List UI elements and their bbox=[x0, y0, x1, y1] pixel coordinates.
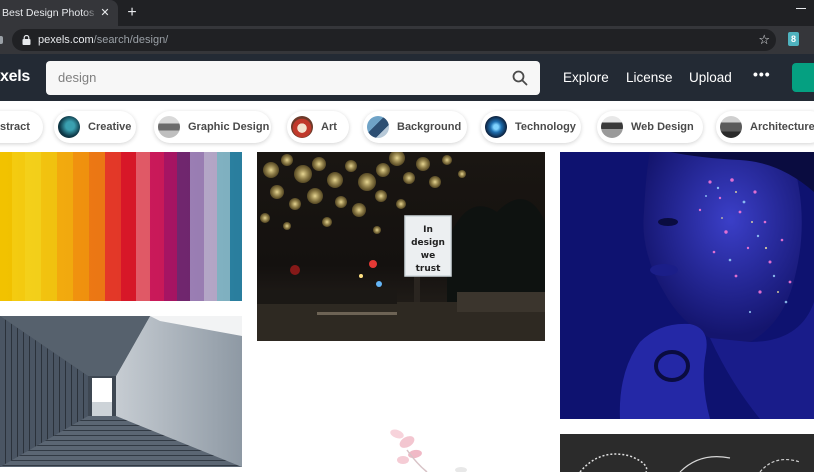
url-text: pexels.com/search/design/ bbox=[38, 29, 168, 51]
chip-label: Background bbox=[397, 121, 462, 133]
nav-license[interactable]: License bbox=[626, 70, 673, 85]
browser-tabstrip: Best Design Photos · 100 ✕ + bbox=[0, 0, 814, 26]
chip-art[interactable]: Art bbox=[287, 111, 349, 143]
new-tab-button[interactable]: + bbox=[124, 0, 140, 26]
chip-technology[interactable]: Technology bbox=[481, 111, 581, 143]
lock-icon bbox=[22, 35, 31, 45]
chip-graphic-design[interactable]: Graphic Design bbox=[154, 111, 271, 143]
chip-label: Graphic Design bbox=[188, 121, 270, 133]
back-button-edge[interactable] bbox=[0, 36, 3, 44]
sign-line-3: we bbox=[421, 251, 435, 261]
chip-architecture[interactable]: Architecture bbox=[716, 111, 814, 143]
sign-line-1: In bbox=[423, 225, 433, 235]
more-menu-button[interactable]: ••• bbox=[753, 66, 771, 82]
photo-glitter-portrait[interactable] bbox=[560, 152, 814, 419]
photo-wooden-tunnel[interactable] bbox=[0, 316, 242, 467]
chip-creative[interactable]: Creative bbox=[54, 111, 136, 143]
chip-background[interactable]: Background bbox=[363, 111, 467, 143]
color-stripes-image bbox=[0, 152, 242, 301]
address-bar[interactable]: pexels.com/search/design/ ☆ bbox=[12, 29, 776, 51]
chip-abstract[interactable]: stract bbox=[0, 111, 43, 143]
tab-title: Best Design Photos · 100 bbox=[2, 7, 98, 19]
site-logo[interactable]: xels bbox=[0, 68, 30, 86]
browser-tab-active[interactable]: Best Design Photos · 100 ✕ bbox=[0, 0, 118, 26]
sign-line-4: trust bbox=[416, 264, 442, 274]
chip-label: Technology bbox=[515, 121, 576, 133]
url-path: /search/design/ bbox=[93, 34, 169, 46]
join-button[interactable] bbox=[792, 63, 814, 92]
nav-explore[interactable]: Explore bbox=[563, 70, 609, 85]
category-chips: stract Creative Graphic Design Art Backg… bbox=[0, 102, 814, 150]
site-header: xels Explore License Upload ••• bbox=[0, 54, 814, 101]
extension-icon[interactable]: 8 bbox=[788, 32, 799, 46]
photo-chalkboard[interactable] bbox=[560, 434, 814, 472]
chip-thumbnail bbox=[485, 116, 507, 138]
search-input[interactable] bbox=[58, 61, 498, 95]
wooden-tunnel-image bbox=[0, 316, 242, 467]
search-icon[interactable] bbox=[512, 70, 528, 86]
tab-close-icon[interactable]: ✕ bbox=[98, 0, 112, 26]
photo-pink-flower[interactable] bbox=[257, 420, 545, 472]
search-bar bbox=[46, 61, 540, 95]
chip-thumbnail bbox=[601, 116, 623, 138]
chip-thumbnail bbox=[720, 116, 742, 138]
chalkboard-image bbox=[560, 434, 814, 472]
chip-thumbnail bbox=[291, 116, 313, 138]
star-icon[interactable]: ☆ bbox=[758, 33, 770, 47]
sign-line-2: design bbox=[411, 238, 445, 248]
chip-web-design[interactable]: Web Design bbox=[597, 111, 703, 143]
photo-design-sign-night[interactable]: In design we trust bbox=[257, 152, 545, 341]
chip-label: stract bbox=[0, 121, 30, 133]
pink-flower-image bbox=[257, 420, 545, 472]
chip-label: Art bbox=[321, 121, 337, 133]
window-minimize-icon[interactable] bbox=[796, 8, 806, 9]
browser-toolbar: pexels.com/search/design/ ☆ bbox=[0, 26, 814, 54]
glitter-portrait-image bbox=[560, 152, 814, 419]
nav-upload[interactable]: Upload bbox=[689, 70, 732, 85]
photo-color-stripes[interactable] bbox=[0, 152, 242, 301]
chip-label: Web Design bbox=[631, 121, 694, 133]
chip-thumbnail bbox=[58, 116, 80, 138]
url-host: pexels.com bbox=[38, 34, 94, 46]
chip-thumbnail bbox=[367, 116, 389, 138]
chip-label: Creative bbox=[88, 121, 132, 133]
street-sign-image: In design we trust bbox=[257, 152, 545, 341]
chip-label: Architecture bbox=[750, 121, 814, 133]
chip-thumbnail bbox=[158, 116, 180, 138]
